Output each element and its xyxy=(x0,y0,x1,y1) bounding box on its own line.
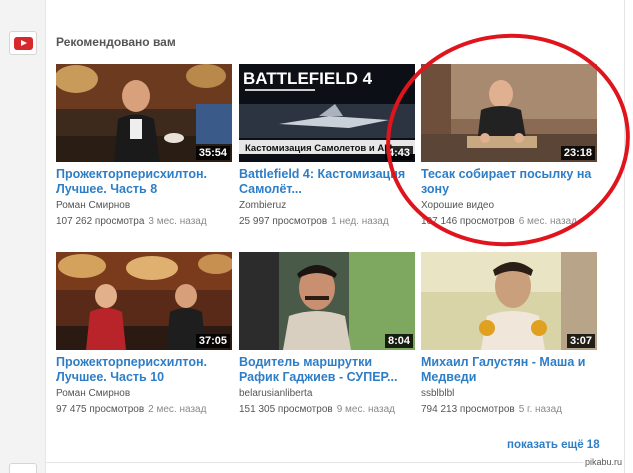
video-channel[interactable]: belarusianliberta xyxy=(239,388,415,400)
video-duration: 23:18 xyxy=(560,146,595,160)
video-duration: 4:43 xyxy=(384,146,413,160)
video-card[interactable]: BATTLEFIELD 4 Кастомизация Самолетов и А… xyxy=(239,64,415,229)
video-age: 5 г. назад xyxy=(518,404,562,415)
video-card[interactable]: 3:07 Михаил Галустян - Маша и Медведи ss… xyxy=(421,252,597,417)
video-views: 107 146 просмотров xyxy=(421,216,515,227)
next-section-button[interactable] xyxy=(9,463,37,473)
video-stats: 151 305 просмотров 9 мес. назад xyxy=(239,403,415,417)
video-channel[interactable]: ssblblbl xyxy=(421,388,597,400)
video-card[interactable]: 37:05 Прожекторперисхилтон. Лучшее. Част… xyxy=(56,252,232,417)
show-more-link[interactable]: показать ещё 18 xyxy=(507,439,600,451)
video-thumbnail[interactable]: 23:18 xyxy=(421,64,597,162)
video-views: 794 213 просмотров xyxy=(421,404,515,415)
left-rail xyxy=(0,0,46,473)
video-title-link[interactable]: Прожекторперисхилтон. Лучшее. Часть 8 xyxy=(56,167,232,197)
video-channel[interactable]: Роман Смирнов xyxy=(56,388,232,400)
video-stats: 107 146 просмотров 6 мес. назад xyxy=(421,215,597,229)
video-stats: 107 262 просмотра 3 мес. назад xyxy=(56,215,232,229)
section-divider xyxy=(46,462,624,463)
video-title-link[interactable]: Михаил Галустян - Маша и Медведи xyxy=(421,355,597,385)
video-thumbnail[interactable]: 37:05 xyxy=(56,252,232,350)
youtube-play-icon xyxy=(14,37,33,50)
video-views: 151 305 просмотров xyxy=(239,404,333,415)
video-age: 9 мес. назад xyxy=(336,404,395,415)
video-duration: 8:04 xyxy=(384,334,413,348)
video-title-link[interactable]: Тесак собирает посылку на зону xyxy=(421,167,597,197)
video-card[interactable]: 23:18 Тесак собирает посылку на зону Хор… xyxy=(421,64,597,229)
video-age: 1 нед. назад xyxy=(331,216,389,227)
thumbnail-caption: Кастомизация Самолетов и АМ... xyxy=(245,143,400,154)
video-views: 107 262 просмотра xyxy=(56,216,145,227)
video-thumbnail[interactable]: 3:07 xyxy=(421,252,597,350)
video-duration: 3:07 xyxy=(566,334,595,348)
video-stats: 25 997 просмотров 1 нед. назад xyxy=(239,215,415,229)
video-card[interactable]: 8:04 Водитель маршрутки Рафик Гаджиев - … xyxy=(239,252,415,417)
video-duration: 35:54 xyxy=(195,146,230,160)
watermark: pikabu.ru xyxy=(583,457,625,467)
video-thumbnail[interactable]: 8:04 xyxy=(239,252,415,350)
video-age: 2 мес. назад xyxy=(148,404,207,415)
video-title-link[interactable]: Водитель маршрутки Рафик Гаджиев - СУПЕР… xyxy=(239,355,415,385)
video-channel[interactable]: Хорошие видео xyxy=(421,200,597,212)
video-thumbnail[interactable]: BATTLEFIELD 4 Кастомизация Самолетов и А… xyxy=(239,64,415,162)
video-stats: 97 475 просмотров 2 мес. назад xyxy=(56,403,232,417)
video-stats: 794 213 просмотров 5 г. назад xyxy=(421,403,597,417)
video-channel[interactable]: Zombieruz xyxy=(239,200,415,212)
video-age: 6 мес. назад xyxy=(518,216,577,227)
video-views: 25 997 просмотров xyxy=(239,216,328,227)
video-thumbnail[interactable]: 35:54 xyxy=(56,64,232,162)
section-title: Рекомендовано вам xyxy=(56,35,176,49)
video-age: 3 мес. назад xyxy=(148,216,207,227)
thumbnail-brand: BATTLEFIELD 4 xyxy=(243,69,373,88)
video-card[interactable]: 35:54 Прожекторперисхилтон. Лучшее. Част… xyxy=(56,64,232,229)
recommended-channel-button[interactable] xyxy=(9,31,37,55)
video-title-link[interactable]: Battlefield 4: Кастомизация Самолёт... xyxy=(239,167,415,197)
right-divider xyxy=(624,0,625,473)
video-title-link[interactable]: Прожекторперисхилтон. Лучшее. Часть 10 xyxy=(56,355,232,385)
video-views: 97 475 просмотров xyxy=(56,404,145,415)
video-duration: 37:05 xyxy=(195,334,230,348)
video-channel[interactable]: Роман Смирнов xyxy=(56,200,232,212)
